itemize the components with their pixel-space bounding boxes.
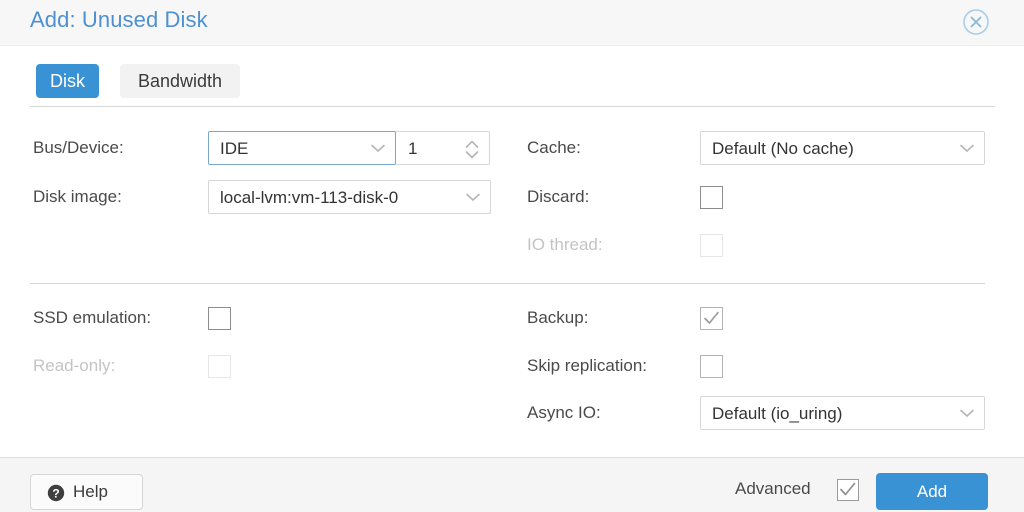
check-icon (703, 310, 720, 327)
tab-bar: Disk Bandwidth (0, 46, 1024, 106)
check-icon (838, 481, 858, 499)
dialog-footer: ? Help Advanced Add (0, 457, 1024, 512)
ssd-emulation-label: SSD emulation: (33, 308, 152, 327)
help-button[interactable]: ? Help (30, 474, 143, 510)
discard-checkbox[interactable] (700, 186, 723, 209)
close-icon[interactable] (961, 7, 991, 37)
help-button-label: Help (73, 482, 108, 501)
disk-image-label: Disk image: (33, 187, 122, 206)
read-only-checkbox (208, 355, 231, 378)
read-only-label: Read-only: (33, 356, 116, 375)
separator-top (30, 106, 995, 107)
add-unused-disk-dialog: Add: Unused Disk Disk Bandwidth Bus/Devi… (0, 0, 1024, 512)
disk-image-select[interactable]: local-lvm:vm-113-disk-0 (208, 180, 491, 214)
cache-value: Default (No cache) (712, 139, 854, 158)
disk-image-value: local-lvm:vm-113-disk-0 (220, 188, 399, 207)
async-io-value: Default (io_uring) (712, 404, 843, 423)
io-thread-checkbox (700, 234, 723, 257)
question-mark-circle-icon: ? (47, 484, 65, 502)
cache-label: Cache: (527, 138, 581, 157)
discard-label: Discard: (527, 187, 590, 206)
async-io-label: Async IO: (527, 403, 601, 422)
advanced-checkbox[interactable] (837, 479, 859, 501)
skip-replication-checkbox[interactable] (700, 355, 723, 378)
add-button[interactable]: Add (876, 473, 988, 510)
dialog-header: Add: Unused Disk (0, 0, 1024, 46)
io-thread-label: IO thread: (527, 235, 603, 254)
backup-checkbox[interactable] (700, 307, 723, 330)
tab-bandwidth-label: Bandwidth (137, 71, 223, 91)
chevron-down-icon (960, 144, 974, 153)
bus-device-value: IDE (220, 139, 249, 158)
tab-disk[interactable]: Disk (36, 64, 99, 98)
advanced-label: Advanced (735, 479, 811, 498)
chevron-down-icon (960, 409, 974, 418)
bus-device-select[interactable]: IDE (208, 131, 396, 165)
chevron-down-icon (466, 193, 480, 202)
chevron-down-icon (371, 144, 385, 153)
backup-label: Backup: (527, 308, 589, 327)
device-number-stepper[interactable]: 1 (396, 131, 490, 165)
device-number-value: 1 (408, 139, 418, 158)
svg-text:?: ? (52, 486, 59, 500)
separator-middle (30, 283, 985, 284)
stepper-arrows-icon[interactable] (465, 140, 479, 159)
ssd-emulation-checkbox[interactable] (208, 307, 231, 330)
bus-device-label: Bus/Device: (33, 138, 124, 157)
cache-select[interactable]: Default (No cache) (700, 131, 985, 165)
skip-replication-label: Skip replication: (527, 356, 648, 375)
dialog-title: Add: Unused Disk (30, 7, 208, 32)
tab-disk-label: Disk (50, 71, 85, 91)
tab-bandwidth[interactable]: Bandwidth (120, 64, 240, 98)
async-io-select[interactable]: Default (io_uring) (700, 396, 985, 430)
